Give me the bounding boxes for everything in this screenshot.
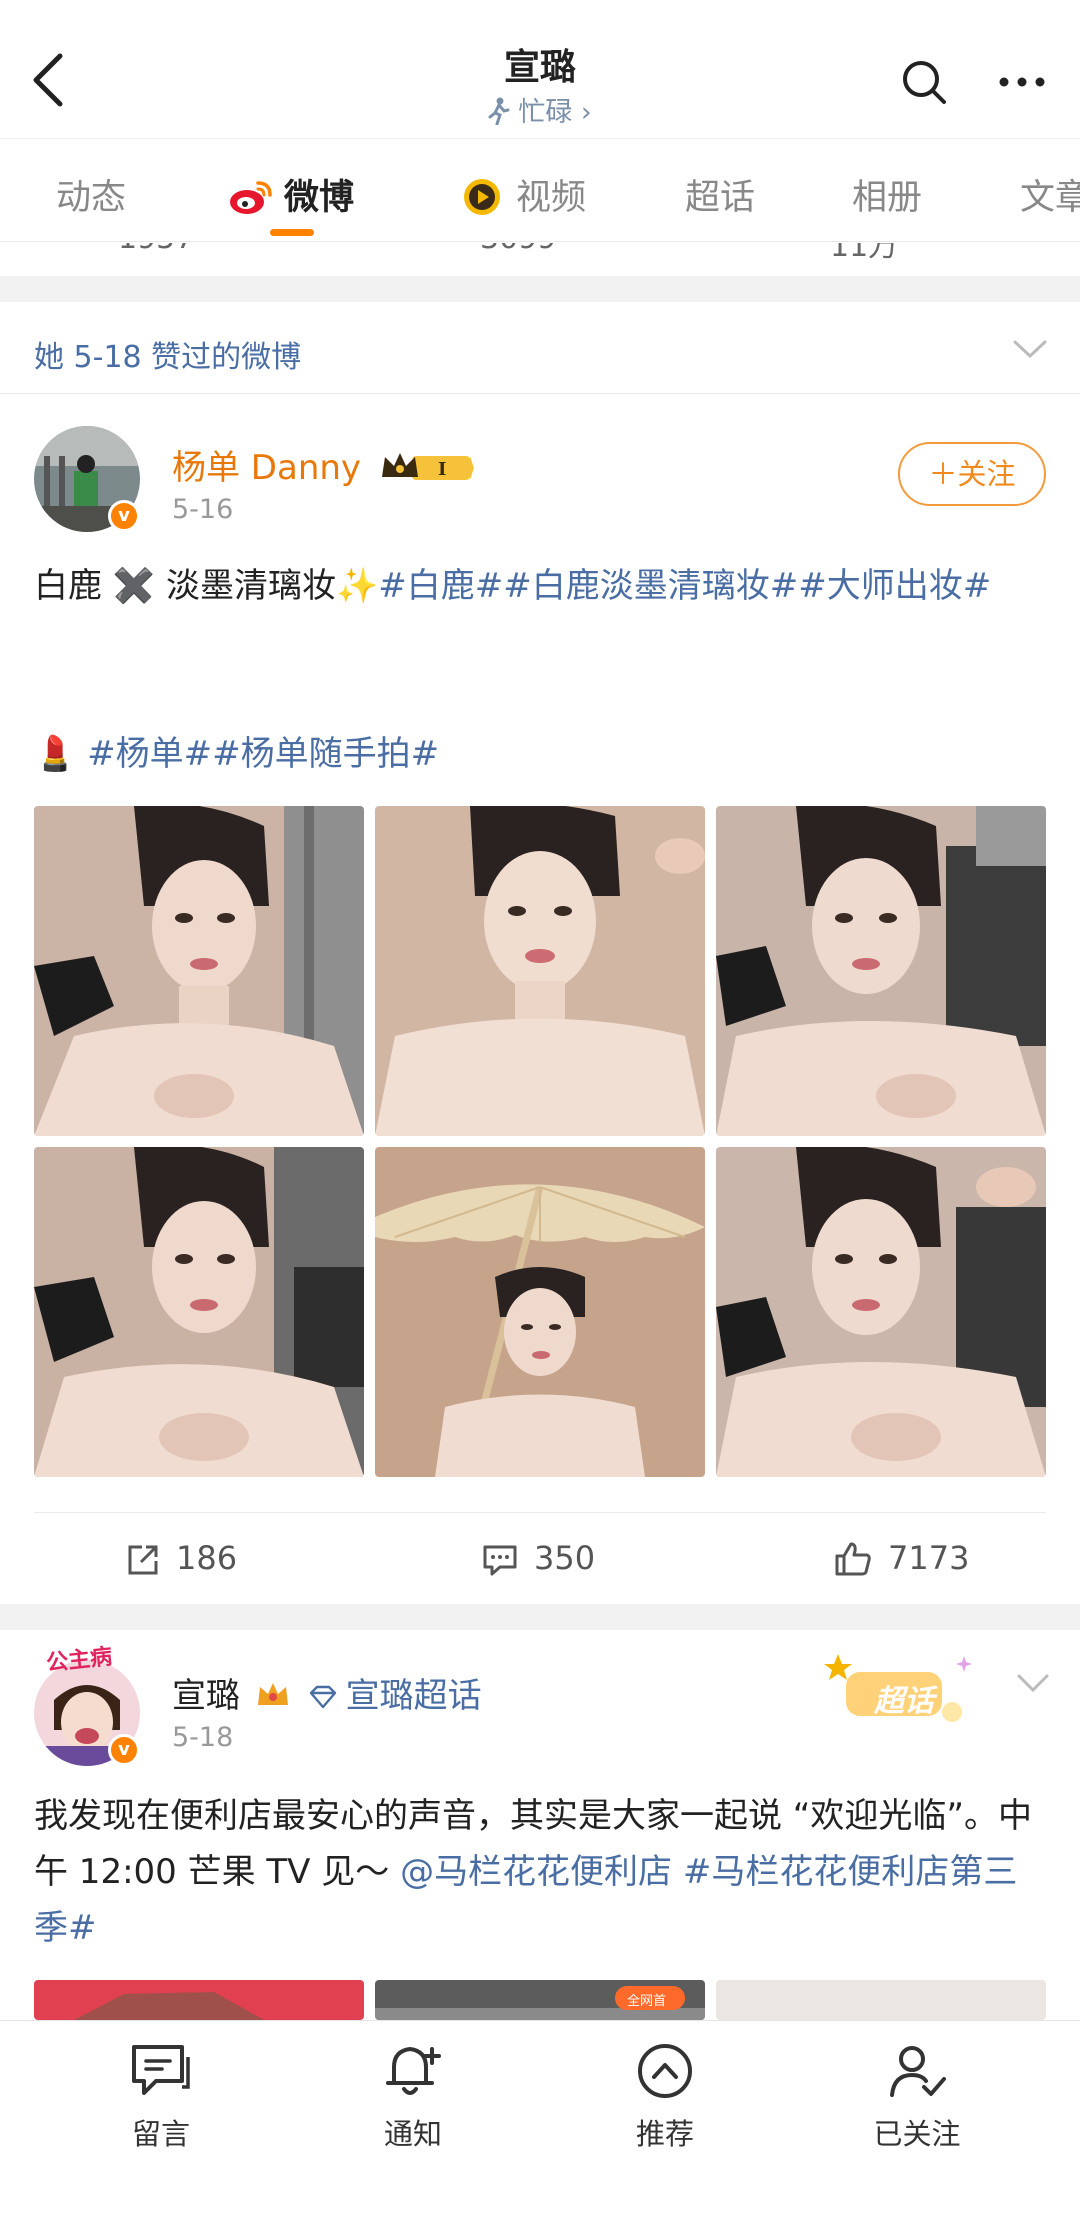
notify-button[interactable]: 通知 — [328, 2041, 498, 2153]
profile-tabs: 动态 微博 视频 超话 相册 文章 — [0, 138, 1080, 242]
post-image[interactable] — [716, 1147, 1046, 1477]
post-date: 5-16 — [172, 494, 234, 525]
thumbnail-photo — [34, 1980, 364, 2020]
tab-articles[interactable]: 文章 — [1020, 169, 1080, 220]
weibo-logo-icon — [230, 181, 272, 214]
tab-weibo[interactable]: 微博 — [228, 169, 354, 220]
mention-link[interactable]: @马栏花花便利店 — [400, 1852, 672, 1892]
video-play-icon — [464, 179, 500, 215]
post-image[interactable]: 全网首 — [375, 1980, 705, 2020]
section-divider — [0, 276, 1080, 302]
recommend-button[interactable]: 推荐 — [580, 2041, 750, 2153]
post-text-line2: 💄 #杨单##杨单随手拍# — [34, 726, 1050, 782]
lipstick-icon: 💄 — [34, 734, 77, 774]
user-check-icon — [890, 2046, 946, 2097]
post-author[interactable]: 宣璐 宣璐超话 — [172, 1668, 482, 1717]
section-divider — [0, 1604, 1080, 1630]
hashtag-link[interactable]: #白鹿##白鹿淡墨清璃妆##大师出妆# — [378, 566, 991, 606]
supertopic-sticker[interactable]: 超话 — [824, 1650, 974, 1730]
thumbs-up-icon — [835, 1542, 871, 1576]
post-text: 我发现在便利店最安心的声音，其实是大家一起说 “欢迎光临”。中午 12:00 芒… — [34, 1796, 1033, 1948]
compass-up-icon — [638, 2044, 692, 2098]
post-image[interactable] — [375, 1147, 705, 1477]
repost-button[interactable]: 186 — [126, 1539, 237, 1577]
post-image[interactable] — [375, 806, 705, 1136]
chevron-down-icon[interactable] — [1012, 338, 1048, 360]
status-text: 忙碌 — [518, 97, 573, 128]
crown-icon — [257, 1683, 288, 1705]
prev-repost-count: 1957 — [118, 243, 194, 256]
diamond-icon — [309, 1685, 336, 1709]
supertopic-sticker-text: 超话 — [874, 1684, 934, 1719]
post-image[interactable] — [716, 1980, 1046, 2020]
tab-video[interactable]: 视频 — [458, 169, 586, 220]
post-text: 白鹿 ✖️ 淡墨清璃妆✨#白鹿##白鹿淡墨清璃妆##大师出妆# — [34, 566, 992, 606]
member-crown-icon: I — [381, 453, 474, 480]
liked-posts-header[interactable]: 她 5-18 赞过的微博 — [0, 302, 1080, 394]
post-author[interactable]: 杨单 Danny I — [172, 440, 474, 489]
comment-icon — [483, 1545, 517, 1576]
portrait-photo — [34, 1147, 364, 1477]
follow-button[interactable]: ＋关注 — [898, 442, 1046, 506]
previous-post-stats: 1957 3099 11万 — [0, 243, 1080, 275]
message-icon — [132, 2045, 190, 2095]
post-image[interactable] — [34, 1147, 364, 1477]
portrait-photo — [375, 806, 705, 1136]
portrait-photo — [716, 806, 1046, 1136]
thumbnail-photo — [716, 1980, 1046, 2020]
supertopic-link[interactable]: 宣璐超话 — [346, 1676, 482, 1716]
message-button[interactable]: 留言 — [76, 2041, 246, 2153]
comment-button[interactable]: 350 — [482, 1539, 595, 1577]
tab-album[interactable]: 相册 — [852, 169, 922, 220]
tab-dynamic[interactable]: 动态 — [56, 169, 126, 220]
level-badge-text: I — [438, 459, 446, 480]
more-options-icon[interactable] — [994, 62, 1050, 102]
repost-icon — [128, 1545, 158, 1575]
portrait-photo — [34, 806, 364, 1136]
umbrella-photo — [375, 1147, 705, 1477]
status-chevron-icon: › — [580, 97, 592, 128]
bottom-action-bar: 留言 通知 推荐 已关注 — [0, 2020, 1080, 2236]
avatar-sticker-text: 公主病 — [45, 1644, 114, 1677]
search-icon[interactable] — [900, 58, 948, 106]
liked-posts-label: 她 5-18 赞过的微博 — [34, 340, 302, 375]
post-image[interactable] — [34, 806, 364, 1136]
top-header: 宣璐 忙碌 › — [0, 0, 1080, 138]
hashtag-link[interactable]: #杨单##杨单随手拍# — [87, 734, 439, 774]
running-person-icon — [488, 97, 510, 125]
tab-supertopic[interactable]: 超话 — [685, 169, 755, 220]
prev-like-count: 11万 — [830, 243, 899, 264]
post-image[interactable] — [34, 1980, 364, 2020]
portrait-photo — [716, 1147, 1046, 1477]
post-image[interactable] — [716, 806, 1046, 1136]
verified-badge: v — [108, 500, 140, 532]
post-actions: 186 350 7173 — [34, 1512, 1046, 1604]
active-tab-indicator — [270, 229, 314, 236]
thumb-badge-text: 全网首 — [627, 1994, 667, 2009]
bell-add-icon — [386, 2047, 441, 2095]
verified-badge: v — [108, 1734, 140, 1766]
like-button[interactable]: 7173 — [834, 1539, 969, 1577]
prev-comment-count: 3099 — [480, 243, 556, 256]
chevron-down-icon[interactable] — [1016, 1672, 1050, 1694]
followed-button[interactable]: 已关注 — [832, 2041, 1002, 2153]
post-date: 5-18 — [172, 1722, 234, 1753]
